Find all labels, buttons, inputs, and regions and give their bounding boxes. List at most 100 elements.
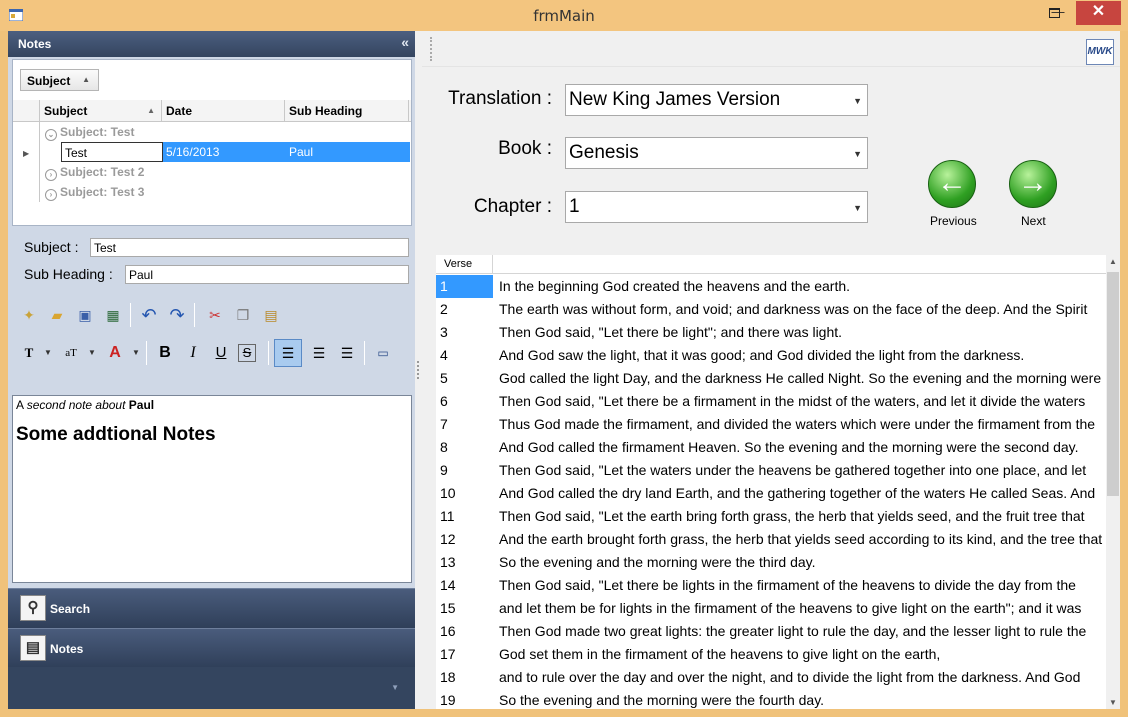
scrollbar-thumb[interactable] <box>1107 272 1119 496</box>
table-row[interactable]: 1 In the beginning God created the heaven… <box>436 275 1106 298</box>
cell-subheading[interactable]: Paul <box>286 142 410 162</box>
table-row[interactable]: 13 So the evening and the morning were th… <box>436 551 1106 574</box>
verse-number[interactable]: 4 <box>436 344 493 367</box>
splitter[interactable] <box>415 31 422 709</box>
maximize-button[interactable] <box>1049 8 1060 18</box>
rich-text-editor[interactable]: A second note about Paul Some addtional … <box>12 395 412 583</box>
verse-number[interactable]: 14 <box>436 574 493 597</box>
verse-text[interactable]: Then God said, "Let the earth bring fort… <box>499 505 1106 528</box>
align-right-icon[interactable]: ☰ <box>336 342 358 364</box>
verse-text[interactable]: God called the light Day, and the darkne… <box>499 367 1106 390</box>
verse-number[interactable]: 15 <box>436 597 493 620</box>
group-row[interactable]: ⌄ Subject: Test <box>41 122 411 142</box>
verse-text[interactable]: And the earth brought forth grass, the h… <box>499 528 1106 551</box>
verse-text[interactable]: Thus God made the firmament, and divided… <box>499 413 1106 436</box>
column-header-date[interactable]: Date <box>162 100 285 122</box>
verse-number[interactable]: 6 <box>436 390 493 413</box>
font-icon[interactable]: T <box>18 342 40 364</box>
verse-text[interactable]: and let them be for lights in the firmam… <box>499 597 1106 620</box>
group-by-subject-chip[interactable]: Subject ▲ <box>20 69 99 91</box>
verse-number[interactable]: 19 <box>436 689 493 709</box>
table-row[interactable]: 8 And God called the firmament Heaven. So… <box>436 436 1106 459</box>
column-header-subheading[interactable]: Sub Heading <box>285 100 409 122</box>
save-all-icon[interactable]: ▦ <box>102 304 124 326</box>
verse-number[interactable]: 3 <box>436 321 493 344</box>
vertical-scrollbar[interactable]: ▲ ▼ <box>1106 255 1120 709</box>
verse-text[interactable]: In the beginning God created the heavens… <box>499 275 1106 298</box>
verse-text[interactable]: Then God said, "Let the waters under the… <box>499 459 1106 482</box>
verse-number[interactable]: 5 <box>436 367 493 390</box>
verse-number[interactable]: 12 <box>436 528 493 551</box>
italic-icon[interactable]: I <box>182 342 204 364</box>
expand-group-icon[interactable]: › <box>45 169 57 181</box>
expand-group-icon[interactable]: › <box>45 189 57 201</box>
font-color-icon[interactable]: A <box>104 342 126 364</box>
table-row[interactable]: 14 Then God said, "Let there be lights in… <box>436 574 1106 597</box>
verse-text[interactable]: Then God said, "Let there be light"; and… <box>499 321 1106 344</box>
table-row[interactable]: 11 Then God said, "Let the earth bring fo… <box>436 505 1106 528</box>
collapse-group-icon[interactable]: ⌄ <box>45 129 57 141</box>
collapse-icon[interactable]: « <box>401 34 409 50</box>
book-select[interactable]: Genesis ▼ <box>565 137 868 169</box>
paste-icon[interactable]: ▤ <box>260 304 282 326</box>
verse-number[interactable]: 8 <box>436 436 493 459</box>
previous-arrow-icon[interactable]: ← <box>928 160 976 208</box>
align-left-icon[interactable]: ☰ <box>274 339 302 367</box>
group-row[interactable]: › Subject: Test 2 <box>41 162 411 182</box>
next-arrow-icon[interactable]: → <box>1009 160 1057 208</box>
verse-number[interactable]: 16 <box>436 620 493 643</box>
toolbar-grip[interactable] <box>430 37 432 61</box>
verse-text[interactable]: The earth was without form, and void; an… <box>499 298 1106 321</box>
redo-icon[interactable]: ↷ <box>166 304 188 326</box>
save-icon[interactable]: ▣ <box>74 304 96 326</box>
verse-number[interactable]: 11 <box>436 505 493 528</box>
table-row[interactable]: 18 and to rule over the day and over the … <box>436 666 1106 689</box>
verse-text[interactable]: Then God said, "Let there be a firmament… <box>499 390 1106 413</box>
verse-number[interactable]: 18 <box>436 666 493 689</box>
scroll-down-icon[interactable]: ▼ <box>1106 698 1120 707</box>
strikethrough-icon[interactable]: S <box>238 344 256 362</box>
chapter-select[interactable]: 1 ▼ <box>565 191 868 223</box>
cell-subject[interactable]: Test <box>61 142 163 162</box>
table-row[interactable]: 17 God set them in the firmament of the h… <box>436 643 1106 666</box>
table-row[interactable]: 16 Then God made two great lights: the gr… <box>436 620 1106 643</box>
table-row[interactable]: 15 and let them be for lights in the firm… <box>436 597 1106 620</box>
verse-text[interactable]: God set them in the firmament of the hea… <box>499 643 1106 666</box>
table-row[interactable]: 2 The earth was without form, and void; a… <box>436 298 1106 321</box>
font-size-icon[interactable]: aT <box>60 342 82 364</box>
close-button[interactable]: ✕ <box>1076 1 1121 25</box>
open-folder-icon[interactable]: ▰ <box>46 304 68 326</box>
font-size-dropdown-icon[interactable]: ▼ <box>88 342 96 364</box>
verse-text[interactable]: So the evening and the morning were the … <box>499 551 1106 574</box>
chevron-down-icon[interactable]: ▼ <box>391 683 399 692</box>
format-panel-icon[interactable]: ▭ <box>372 342 394 364</box>
search-nav-button[interactable]: ⚲ Search <box>8 588 415 628</box>
align-center-icon[interactable]: ☰ <box>308 342 330 364</box>
cell-date[interactable]: 5/16/2013 <box>163 142 286 162</box>
subject-field[interactable]: Test <box>90 238 409 257</box>
font-dropdown-icon[interactable]: ▼ <box>44 342 52 364</box>
table-row[interactable]: 12 And the earth brought forth grass, the… <box>436 528 1106 551</box>
verse-number[interactable]: 9 <box>436 459 493 482</box>
translation-select[interactable]: New King James Version ▼ <box>565 84 868 116</box>
underline-icon[interactable]: U <box>210 342 232 364</box>
scroll-up-icon[interactable]: ▲ <box>1106 257 1120 266</box>
table-row[interactable]: 9 Then God said, "Let the waters under th… <box>436 459 1106 482</box>
verse-number[interactable]: 13 <box>436 551 493 574</box>
verse-text[interactable]: Then God said, "Let there be lights in t… <box>499 574 1106 597</box>
mwk-logo-icon[interactable]: MWK <box>1086 39 1114 65</box>
verse-text[interactable]: And God saw the light, that it was good;… <box>499 344 1106 367</box>
verse-number[interactable]: 1 <box>436 275 493 298</box>
copy-icon[interactable]: ❐ <box>232 304 254 326</box>
verse-text[interactable]: And God called the firmament Heaven. So … <box>499 436 1106 459</box>
column-header-subject[interactable]: Subject ▲ <box>40 100 162 122</box>
undo-icon[interactable]: ↶ <box>138 304 160 326</box>
new-document-icon[interactable]: ✦ <box>18 304 40 326</box>
verse-text[interactable]: and to rule over the day and over the ni… <box>499 666 1106 689</box>
verse-number[interactable]: 17 <box>436 643 493 666</box>
cut-icon[interactable]: ✂ <box>204 304 226 326</box>
table-row[interactable]: Test 5/16/2013 Paul <box>41 142 411 162</box>
subheading-field[interactable]: Paul <box>125 265 409 284</box>
bold-icon[interactable]: B <box>154 342 176 364</box>
table-row[interactable]: 6 Then God said, "Let there be a firmamen… <box>436 390 1106 413</box>
